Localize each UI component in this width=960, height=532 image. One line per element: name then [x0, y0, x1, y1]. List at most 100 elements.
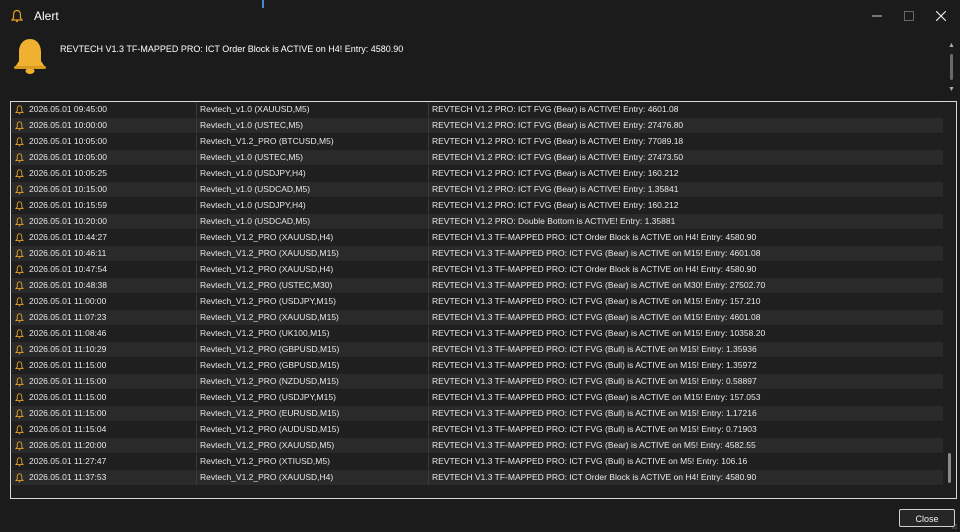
bell-icon [15, 297, 24, 307]
message-scrollbar[interactable]: ▲ ▼ [946, 42, 958, 94]
message-panel: REVTECH V1.3 TF-MAPPED PRO: ICT Order Bl… [8, 34, 958, 96]
column-divider [428, 246, 429, 261]
maximize-button[interactable] [892, 0, 926, 32]
close-window-button[interactable] [924, 0, 958, 32]
alert-text: REVTECH V1.3 TF-MAPPED PRO: ICT FVG (Bea… [432, 440, 756, 450]
table-row[interactable]: 2026.05.01 11:20:00 Revtech_V1.2_PRO (XAU… [12, 438, 943, 453]
column-divider [428, 342, 429, 357]
column-divider [196, 294, 197, 309]
column-divider [428, 422, 429, 437]
alert-time: 2026.05.01 11:10:29 [29, 344, 107, 354]
alert-time: 2026.05.01 11:15:04 [29, 424, 107, 434]
alert-time: 2026.05.01 11:00:00 [29, 296, 107, 306]
column-divider [428, 134, 429, 149]
bell-icon [15, 457, 24, 467]
table-row[interactable]: 2026.05.01 10:00:00 Revtech_v1.0 (USTEC,M… [12, 118, 943, 133]
bell-icon [15, 313, 24, 323]
bell-icon [15, 409, 24, 419]
column-divider [428, 118, 429, 133]
alert-symbol: Revtech_v1.0 (USTEC,M5) [200, 152, 303, 162]
alert-time: 2026.05.01 10:05:00 [29, 152, 107, 162]
alert-time: 2026.05.01 10:46:11 [29, 248, 107, 258]
table-row[interactable]: 2026.05.01 11:15:04 Revtech_V1.2_PRO (AUD… [12, 422, 943, 437]
column-divider [196, 278, 197, 293]
table-row[interactable]: 2026.05.01 10:48:38 Revtech_V1.2_PRO (UST… [12, 278, 943, 293]
table-row[interactable]: 2026.05.01 11:15:00 Revtech_V1.2_PRO (USD… [12, 390, 943, 405]
table-row[interactable]: 2026.05.01 10:05:25 Revtech_v1.0 (USDJPY,… [12, 166, 943, 181]
alert-symbol: Revtech_V1.2_PRO (XAUUSD,M5) [200, 440, 335, 450]
close-button[interactable]: Close [899, 509, 955, 527]
alert-message: REVTECH V1.3 TF-MAPPED PRO: ICT Order Bl… [60, 44, 404, 54]
column-divider [196, 166, 197, 181]
table-row[interactable]: 2026.05.01 11:15:00 Revtech_V1.2_PRO (GBP… [12, 358, 943, 373]
bell-icon [15, 169, 24, 179]
scroll-thumb[interactable] [950, 54, 953, 80]
bell-icon [15, 265, 24, 275]
alert-symbol: Revtech_v1.0 (XAUUSD,M5) [200, 104, 310, 114]
column-divider [196, 454, 197, 469]
bell-icon [15, 329, 24, 339]
bell-icon [15, 345, 24, 355]
bell-icon [15, 441, 24, 451]
alert-symbol: Revtech_V1.2_PRO (GBPUSD,M15) [200, 344, 340, 354]
alert-text: REVTECH V1.2 PRO: ICT FVG (Bear) is ACTI… [432, 120, 684, 130]
column-divider [428, 310, 429, 325]
top-divider [262, 0, 264, 8]
table-row[interactable]: 2026.05.01 10:15:00 Revtech_v1.0 (USDCAD,… [12, 182, 943, 197]
scroll-up-icon[interactable]: ▲ [948, 42, 955, 49]
minimize-button[interactable] [860, 0, 894, 32]
column-divider [196, 310, 197, 325]
alert-symbol: Revtech_V1.2_PRO (XAUUSD,H4) [200, 264, 334, 274]
column-divider [428, 102, 429, 117]
table-row[interactable]: 2026.05.01 11:27:47 Revtech_V1.2_PRO (XTI… [12, 454, 943, 469]
table-row[interactable]: 2026.05.01 11:37:53 Revtech_V1.2_PRO (XAU… [12, 470, 943, 485]
table-row[interactable]: 2026.05.01 09:45:00 Revtech_v1.0 (XAUUSD,… [12, 102, 943, 117]
table-row[interactable]: 2026.05.01 10:05:00 Revtech_V1.2_PRO (BTC… [12, 134, 943, 149]
title-bar: Alert [0, 0, 960, 32]
resize-grip-icon[interactable] [948, 520, 958, 530]
column-divider [196, 422, 197, 437]
bell-icon [15, 425, 24, 435]
alert-symbol: Revtech_v1.0 (USDCAD,M5) [200, 184, 311, 194]
bell-icon [15, 281, 24, 291]
table-row[interactable]: 2026.05.01 11:15:00 Revtech_V1.2_PRO (EUR… [12, 406, 943, 421]
alert-time: 2026.05.01 11:15:00 [29, 376, 107, 386]
window-title: Alert [34, 9, 59, 23]
bell-icon [15, 105, 24, 115]
scroll-down-icon[interactable]: ▼ [948, 86, 955, 93]
alert-symbol: Revtech_V1.2_PRO (BTCUSD,M5) [200, 136, 334, 146]
scroll-thumb[interactable] [948, 453, 951, 483]
bell-icon [15, 473, 24, 483]
table-row[interactable]: 2026.05.01 10:47:54 Revtech_V1.2_PRO (XAU… [12, 262, 943, 277]
list-scrollbar[interactable] [944, 103, 955, 497]
alert-text: REVTECH V1.3 TF-MAPPED PRO: ICT FVG (Bea… [432, 392, 761, 402]
table-row[interactable]: 2026.05.01 11:15:00 Revtech_V1.2_PRO (NZD… [12, 374, 943, 389]
table-row[interactable]: 2026.05.01 11:08:46 Revtech_V1.2_PRO (UK1… [12, 326, 943, 341]
table-row[interactable]: 2026.05.01 11:10:29 Revtech_V1.2_PRO (GBP… [12, 342, 943, 357]
table-row[interactable]: 2026.05.01 10:20:00 Revtech_v1.0 (USDCAD,… [12, 214, 943, 229]
table-row[interactable]: 2026.05.01 10:44:27 Revtech_V1.2_PRO (XAU… [12, 230, 943, 245]
column-divider [196, 470, 197, 485]
alert-time: 2026.05.01 11:37:53 [29, 472, 107, 482]
alert-symbol: Revtech_V1.2_PRO (USDJPY,M15) [200, 392, 336, 402]
table-row[interactable]: 2026.05.01 10:05:00 Revtech_v1.0 (USTEC,M… [12, 150, 943, 165]
table-row[interactable]: 2026.05.01 10:46:11 Revtech_V1.2_PRO (XAU… [12, 246, 943, 261]
column-divider [196, 134, 197, 149]
alert-symbol: Revtech_V1.2_PRO (XAUUSD,H4) [200, 472, 334, 482]
alert-symbol: Revtech_V1.2_PRO (XAUUSD,M15) [200, 312, 339, 322]
alert-time: 2026.05.01 10:00:00 [29, 120, 107, 130]
column-divider [428, 278, 429, 293]
column-divider [428, 390, 429, 405]
alert-list[interactable]: 2026.05.01 11:37:53 Revtech_V1.2_PRO (XAU… [10, 101, 957, 499]
alert-text: REVTECH V1.3 TF-MAPPED PRO: ICT FVG (Bul… [432, 360, 757, 370]
column-divider [196, 182, 197, 197]
alert-text: REVTECH V1.2 PRO: ICT FVG (Bear) is ACTI… [432, 184, 679, 194]
table-row[interactable]: 2026.05.01 11:07:23 Revtech_V1.2_PRO (XAU… [12, 310, 943, 325]
bell-icon [15, 361, 24, 371]
alert-time: 2026.05.01 11:08:46 [29, 328, 107, 338]
alert-text: REVTECH V1.3 TF-MAPPED PRO: ICT FVG (Bul… [432, 456, 748, 466]
alert-symbol: Revtech_V1.2_PRO (XAUUSD,M15) [200, 248, 339, 258]
table-row[interactable]: 2026.05.01 10:15:59 Revtech_v1.0 (USDJPY,… [12, 198, 943, 213]
alert-text: REVTECH V1.2 PRO: ICT FVG (Bear) is ACTI… [432, 168, 679, 178]
table-row[interactable]: 2026.05.01 11:00:00 Revtech_V1.2_PRO (USD… [12, 294, 943, 309]
